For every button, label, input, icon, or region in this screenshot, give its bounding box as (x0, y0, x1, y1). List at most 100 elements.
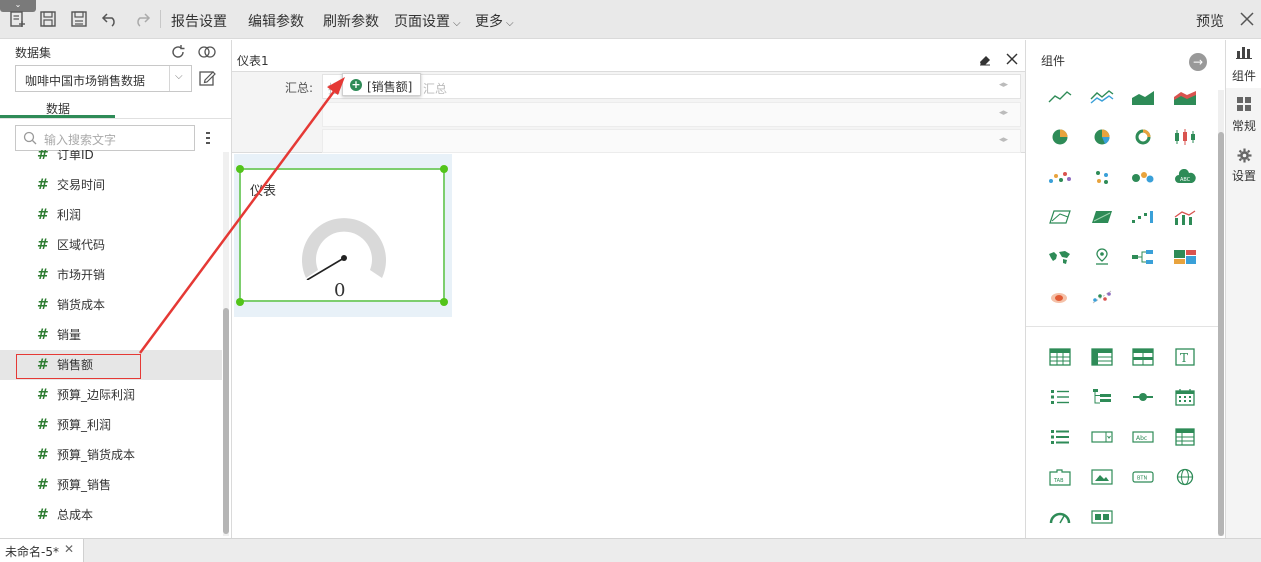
combo-chart-icon[interactable] (1172, 206, 1198, 228)
scroll-arrows-icon[interactable]: ◂▸ (999, 135, 1008, 145)
bullet-list-icon[interactable] (1047, 426, 1073, 448)
tree-filter-icon[interactable] (1089, 386, 1115, 408)
save-as-icon[interactable] (69, 9, 89, 29)
field-item[interactable]: # 预算_销货成本 (0, 440, 222, 470)
slider-filter-icon[interactable] (1130, 386, 1156, 408)
crosstab-icon[interactable] (1089, 346, 1115, 368)
calendar-filter-icon[interactable] (1172, 386, 1198, 408)
close-icon[interactable] (1237, 9, 1257, 29)
list-options-icon[interactable] (205, 131, 211, 145)
resize-handle[interactable] (440, 298, 448, 306)
edit-params-button[interactable]: 编辑参数 (248, 11, 304, 31)
save-icon[interactable] (38, 9, 58, 29)
freestyle-table-icon[interactable] (1130, 346, 1156, 368)
eraser-icon[interactable] (978, 52, 992, 66)
resize-handle[interactable] (440, 165, 448, 173)
field-item[interactable]: # 预算_边际利润 (0, 380, 222, 410)
treemap-chart-icon[interactable] (1172, 246, 1198, 268)
area-chart-icon[interactable] (1130, 86, 1156, 108)
refresh-params-button[interactable]: 刷新参数 (323, 11, 379, 31)
side-tab-settings[interactable]: 设置 (1226, 144, 1261, 190)
pie-chart-icon[interactable] (1047, 126, 1073, 148)
text-box-icon[interactable]: T (1172, 346, 1198, 368)
search-field[interactable]: 输入搜索文字 (15, 125, 195, 151)
funnel-3d-chart-icon[interactable] (1089, 206, 1115, 228)
field-item[interactable]: # 区域代码 (0, 230, 222, 260)
dragging-field-chip[interactable]: + [销售额] (342, 73, 421, 96)
image-component-icon[interactable] (1089, 466, 1115, 488)
tab-container-icon[interactable]: TAB (1047, 466, 1073, 488)
dot-chart-icon[interactable] (1089, 166, 1115, 188)
scroll-arrows-icon[interactable]: ◂▸ (999, 108, 1008, 118)
map-chart-icon[interactable] (1047, 246, 1073, 268)
candlestick-chart-icon[interactable] (1172, 126, 1198, 148)
summary-drop-zone[interactable]: 拖 汇总 ◂▸ (322, 74, 1021, 99)
flow-map-icon[interactable] (1089, 286, 1115, 308)
multi-line-chart-icon[interactable] (1089, 86, 1115, 108)
dataset-link-icon[interactable] (196, 43, 218, 61)
scatter-chart-icon[interactable] (1047, 166, 1073, 188)
side-tab-components[interactable]: 组件 (1226, 40, 1261, 88)
close-panel-icon[interactable] (1005, 52, 1019, 66)
field-item[interactable]: # 销货成本 (0, 290, 222, 320)
globe-web-icon[interactable] (1172, 466, 1198, 488)
embedded-web-table-icon[interactable] (1172, 426, 1198, 448)
resize-handle[interactable] (236, 298, 244, 306)
undo-icon[interactable] (100, 9, 120, 29)
gear-icon (1237, 148, 1252, 166)
text-input-icon[interactable]: Abc (1130, 426, 1156, 448)
more-menu[interactable]: 更多 ⌵ (475, 11, 514, 31)
drop-row-3[interactable]: ◂▸ (322, 129, 1021, 153)
search-placeholder: 输入搜索文字 (44, 133, 117, 147)
edit-dataset-icon[interactable] (198, 69, 216, 87)
field-item[interactable]: # 预算_销售 (0, 470, 222, 500)
gauge-widget[interactable]: 仪表 0 (239, 168, 445, 302)
donut-chart-icon[interactable] (1130, 126, 1156, 148)
numeric-field-icon: # (37, 417, 49, 433)
redo-icon[interactable] (132, 9, 152, 29)
table-icon[interactable] (1047, 346, 1073, 368)
tree-chart-icon[interactable] (1130, 246, 1156, 268)
location-map-icon[interactable] (1089, 246, 1115, 268)
field-item-selected[interactable]: # 销售额 (0, 350, 222, 380)
dataset-select[interactable]: 咖啡中国市场销售数据 ⌵ (15, 65, 192, 92)
component-scrollbar-thumb[interactable] (1218, 132, 1224, 536)
refresh-icon[interactable] (169, 43, 187, 61)
page-settings-menu[interactable]: 页面设置 ⌵ (394, 11, 461, 31)
list-filter-icon[interactable] (1047, 386, 1073, 408)
field-item[interactable]: # 预算_利润 (0, 410, 222, 440)
side-tab-label: 常规 (1232, 119, 1257, 133)
bubble-chart-icon[interactable] (1130, 166, 1156, 188)
scroll-arrows-icon[interactable]: ◂▸ (999, 80, 1008, 90)
multi-pie-chart-icon[interactable] (1089, 126, 1115, 148)
field-item[interactable]: # 交易时间 (0, 170, 222, 200)
close-tab-icon[interactable]: ✕ (64, 542, 74, 556)
container-component-icon[interactable] (1089, 506, 1115, 528)
page-settings-label: 页面设置 (394, 14, 450, 30)
field-item[interactable]: # 市场开销 (0, 260, 222, 290)
new-report-icon[interactable] (8, 9, 28, 29)
line-chart-icon[interactable] (1047, 86, 1073, 108)
arrow-right-icon[interactable]: → (1189, 53, 1207, 71)
radar-chart-icon[interactable] (1047, 206, 1073, 228)
dropdown-filter-icon[interactable] (1089, 426, 1115, 448)
field-item[interactable]: # 利润 (0, 200, 222, 230)
side-tab-general[interactable]: 常规 (1226, 92, 1261, 138)
heat-map-icon[interactable] (1047, 286, 1073, 308)
field-item[interactable]: # 订单ID (0, 150, 222, 170)
numeric-field-icon: # (37, 177, 49, 193)
gauge-component-icon[interactable] (1047, 506, 1073, 528)
waterfall-chart-icon[interactable] (1130, 206, 1156, 228)
stacked-area-chart-icon[interactable] (1172, 86, 1198, 108)
field-item[interactable]: # 总成本 (0, 500, 222, 530)
preview-button[interactable]: 预览 (1196, 11, 1224, 31)
more-label: 更多 (475, 14, 503, 30)
button-component-icon[interactable]: BTN (1130, 466, 1156, 488)
field-list-scrollbar-thumb[interactable] (223, 308, 229, 534)
report-settings-button[interactable]: 报告设置 (171, 11, 227, 31)
doc-tab-active[interactable]: 未命名-5* ✕ (0, 539, 84, 562)
resize-handle[interactable] (236, 165, 244, 173)
drop-row-2[interactable]: ◂▸ (322, 102, 1021, 127)
field-item[interactable]: # 销量 (0, 320, 222, 350)
word-cloud-icon[interactable]: ABC (1172, 166, 1198, 188)
